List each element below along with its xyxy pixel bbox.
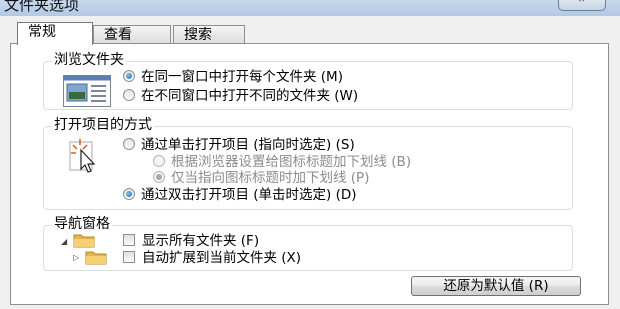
tab-panel-general: 浏览文件夹 在同一窗口中打开每个文件夹 (M) 在不同窗口中打开不同的文件夹 (… bbox=[10, 43, 609, 305]
radio-same-window[interactable]: 在同一窗口中打开每个文件夹 (M) bbox=[123, 69, 343, 85]
click-cursor-icon bbox=[69, 137, 109, 179]
radio-double-click-label: 通过双击打开项目 (单击时选定) (D) bbox=[141, 187, 357, 203]
radio-underline-point[interactable]: 仅当指向图标标题时加下划线 (P) bbox=[153, 170, 369, 186]
radio-button[interactable] bbox=[123, 89, 135, 101]
checkbox-show-all-folders[interactable]: 显示所有文件夹 (F) bbox=[123, 233, 259, 249]
tab-view[interactable]: 查看 bbox=[93, 25, 171, 43]
checkbox[interactable] bbox=[123, 234, 135, 246]
checkbox[interactable] bbox=[123, 251, 135, 263]
title-bar: 文件夹选项 ✕ bbox=[0, 0, 620, 16]
checkbox-auto-expand[interactable]: 自动扩展到当前文件夹 (X) bbox=[123, 250, 301, 266]
auto-expand-label: 自动扩展到当前文件夹 (X) bbox=[142, 250, 302, 266]
radio-button[interactable] bbox=[123, 138, 135, 150]
show-all-folders-label: 显示所有文件夹 (F) bbox=[142, 233, 260, 249]
close-icon: ✕ bbox=[578, 0, 586, 5]
browse-folders-label: 浏览文件夹 bbox=[52, 52, 126, 69]
radio-same-window-label: 在同一窗口中打开每个文件夹 (M) bbox=[141, 69, 343, 85]
radio-underline-browser-label: 根据浏览器设置给图标标题加下划线 (B) bbox=[171, 154, 412, 170]
close-button[interactable]: ✕ bbox=[558, 0, 606, 11]
radio-button-disabled-selected[interactable] bbox=[153, 171, 165, 183]
radio-button-disabled[interactable] bbox=[153, 155, 165, 167]
window-title: 文件夹选项 bbox=[4, 0, 80, 14]
click-items-label: 打开项目的方式 bbox=[52, 117, 154, 134]
radio-underline-point-label: 仅当指向图标标题时加下划线 (P) bbox=[171, 170, 370, 186]
tab-general[interactable]: 常规 bbox=[17, 22, 93, 45]
radio-underline-browser[interactable]: 根据浏览器设置给图标标题加下划线 (B) bbox=[153, 154, 411, 170]
restore-defaults-button[interactable]: 还原为默认值 (R) bbox=[411, 276, 581, 296]
radio-double-click[interactable]: 通过双击打开项目 (单击时选定) (D) bbox=[123, 187, 357, 203]
radio-single-click-label: 通过单击打开项目 (指向时选定) (S) bbox=[141, 137, 355, 153]
radio-new-window-label: 在不同窗口中打开不同的文件夹 (W) bbox=[141, 88, 359, 104]
nav-pane-label: 导航窗格 bbox=[52, 216, 112, 233]
folder-window-icon bbox=[63, 75, 111, 111]
radio-new-window[interactable]: 在不同窗口中打开不同的文件夹 (W) bbox=[123, 88, 358, 104]
radio-button-selected[interactable] bbox=[123, 70, 135, 82]
folder-icon bbox=[85, 249, 107, 269]
collapsed-arrow-icon: ▷ bbox=[73, 253, 80, 262]
expanded-arrow-icon: ◢ bbox=[61, 237, 68, 246]
tab-search[interactable]: 搜索 bbox=[173, 25, 245, 43]
radio-button-selected[interactable] bbox=[123, 188, 135, 200]
radio-single-click[interactable]: 通过单击打开项目 (指向时选定) (S) bbox=[123, 137, 355, 153]
